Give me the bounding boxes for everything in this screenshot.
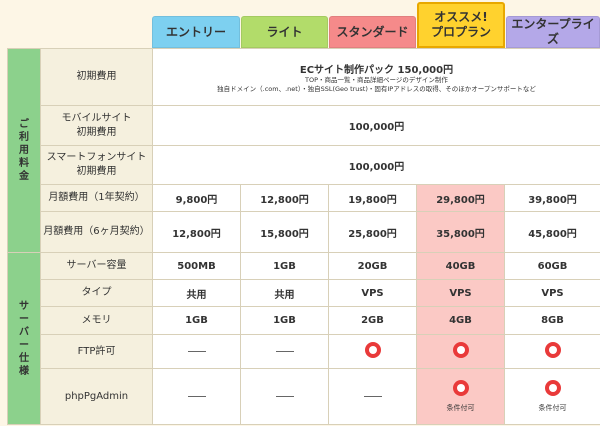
spec-cell: 1GB: [240, 306, 329, 335]
plan-comparison: エントリー ライト スタンダード オススメ! プロプラン エンタープライズ ご利…: [0, 0, 600, 426]
ec-pack-title: ECサイト制作パック 150,000円: [299, 64, 454, 76]
spec-cell: 40GB: [416, 252, 505, 280]
dash-icon: [187, 395, 206, 397]
spec-cell: 8GB: [504, 306, 600, 335]
comparison-table: ご利用料金 初期費用 ECサイト制作パック 150,000円 TOP・商品一覧・…: [7, 48, 600, 425]
plan-tab-pro: オススメ! プロプラン: [417, 2, 505, 48]
table-row: サーバー仕様 サーバー容量 500MB 1GB 20GB 40GB 60GB: [7, 252, 600, 425]
spec-cell: VPS: [328, 279, 417, 307]
row-label: 月額費用（1年契約）: [40, 184, 153, 212]
price-cell: 15,800円: [240, 211, 329, 253]
table-row: 月額費用（6ヶ月契約） 12,800円 15,800円 25,800円 35,8…: [8, 211, 600, 253]
spec-cell: [504, 334, 600, 369]
dash-icon: [363, 395, 382, 397]
ec-pack-desc-1: TOP・商品一覧・商品詳細ページのデザイン制作: [305, 75, 448, 84]
plan-tab-light: ライト: [241, 16, 328, 48]
spec-cell: 4GB: [416, 306, 505, 335]
row-label: スマートフォンサイト 初期費用: [40, 145, 153, 185]
table-row: タイプ 共用 共用 VPS VPS VPS: [8, 279, 600, 307]
spec-cell: [152, 368, 241, 425]
spec-cell: 1GB: [240, 252, 329, 280]
row-label: FTP許可: [40, 334, 153, 369]
spec-cell: 条件付可: [416, 368, 505, 425]
circle-available-icon: [364, 342, 381, 358]
table-row: スマートフォンサイト 初期費用 100,000円: [8, 145, 600, 185]
dash-icon: [275, 395, 294, 397]
spec-cell: 60GB: [504, 252, 600, 280]
spec-cell: 共用: [152, 279, 241, 307]
row-label: タイプ: [40, 279, 153, 307]
price-cell: 25,800円: [328, 211, 417, 253]
plan-tab-standard: スタンダード: [329, 16, 416, 48]
spec-cell: [328, 334, 417, 369]
plan-tab-enterprise: エンタープライズ: [506, 16, 600, 48]
spec-cell: [152, 334, 241, 369]
circle-available-icon: [452, 380, 469, 396]
mobile-fee-value: 100,000円: [152, 105, 600, 146]
price-cell: 35,800円: [416, 211, 505, 253]
row-label: 初期費用: [40, 48, 153, 106]
table-row: FTP許可: [8, 334, 600, 369]
plan-tab-entry: エントリー: [152, 16, 240, 48]
spec-cell: [240, 334, 329, 369]
row-label: サーバー容量: [40, 252, 153, 280]
table-row: モバイルサイト 初期費用 100,000円: [8, 105, 600, 146]
spec-cell: 2GB: [328, 306, 417, 335]
row-label: phpPgAdmin: [40, 368, 153, 425]
section-server: サーバー仕様: [7, 252, 41, 425]
table-row: ご利用料金 初期費用 ECサイト制作パック 150,000円 TOP・商品一覧・…: [7, 48, 600, 253]
condition-note: 条件付可: [446, 404, 475, 412]
row-label: モバイルサイト 初期費用: [40, 105, 153, 146]
spec-cell: [240, 368, 329, 425]
row-label: 月額費用（6ヶ月契約）: [40, 211, 153, 253]
condition-note: 条件付可: [538, 404, 567, 412]
spec-cell: 1GB: [152, 306, 241, 335]
spec-cell: 共用: [240, 279, 329, 307]
spec-cell: VPS: [504, 279, 600, 307]
circle-available-icon: [452, 342, 469, 358]
dash-icon: [187, 350, 206, 352]
spec-cell: 500MB: [152, 252, 241, 280]
table-row: phpPgAdmin 条件付可 条件付可: [8, 368, 600, 425]
table-row: メモリ 1GB 1GB 2GB 4GB 8GB: [8, 306, 600, 335]
price-cell: 9,800円: [152, 184, 241, 212]
circle-available-icon: [544, 380, 561, 396]
spec-cell: VPS: [416, 279, 505, 307]
smartphone-fee-value: 100,000円: [152, 145, 600, 185]
dash-icon: [275, 350, 294, 352]
ec-pack-desc-2: 独自ドメイン（.com、.net）・独自SSL(Geo trust)・固有IPア…: [217, 84, 536, 93]
price-cell: 12,800円: [152, 211, 241, 253]
price-cell: 39,800円: [504, 184, 600, 212]
price-cell: 45,800円: [504, 211, 600, 253]
ec-pack-cell: ECサイト制作パック 150,000円 TOP・商品一覧・商品詳細ページのデザイ…: [152, 48, 600, 106]
spec-cell: [328, 368, 417, 425]
spec-cell: [416, 334, 505, 369]
row-label: メモリ: [40, 306, 153, 335]
table-row: 月額費用（1年契約） 9,800円 12,800円 19,800円 29,800…: [8, 184, 600, 212]
price-cell: 12,800円: [240, 184, 329, 212]
price-cell: 29,800円: [416, 184, 505, 212]
section-pricing: ご利用料金: [7, 48, 41, 253]
spec-cell: 条件付可: [504, 368, 600, 425]
price-cell: 19,800円: [328, 184, 417, 212]
spec-cell: 20GB: [328, 252, 417, 280]
circle-available-icon: [544, 342, 561, 358]
